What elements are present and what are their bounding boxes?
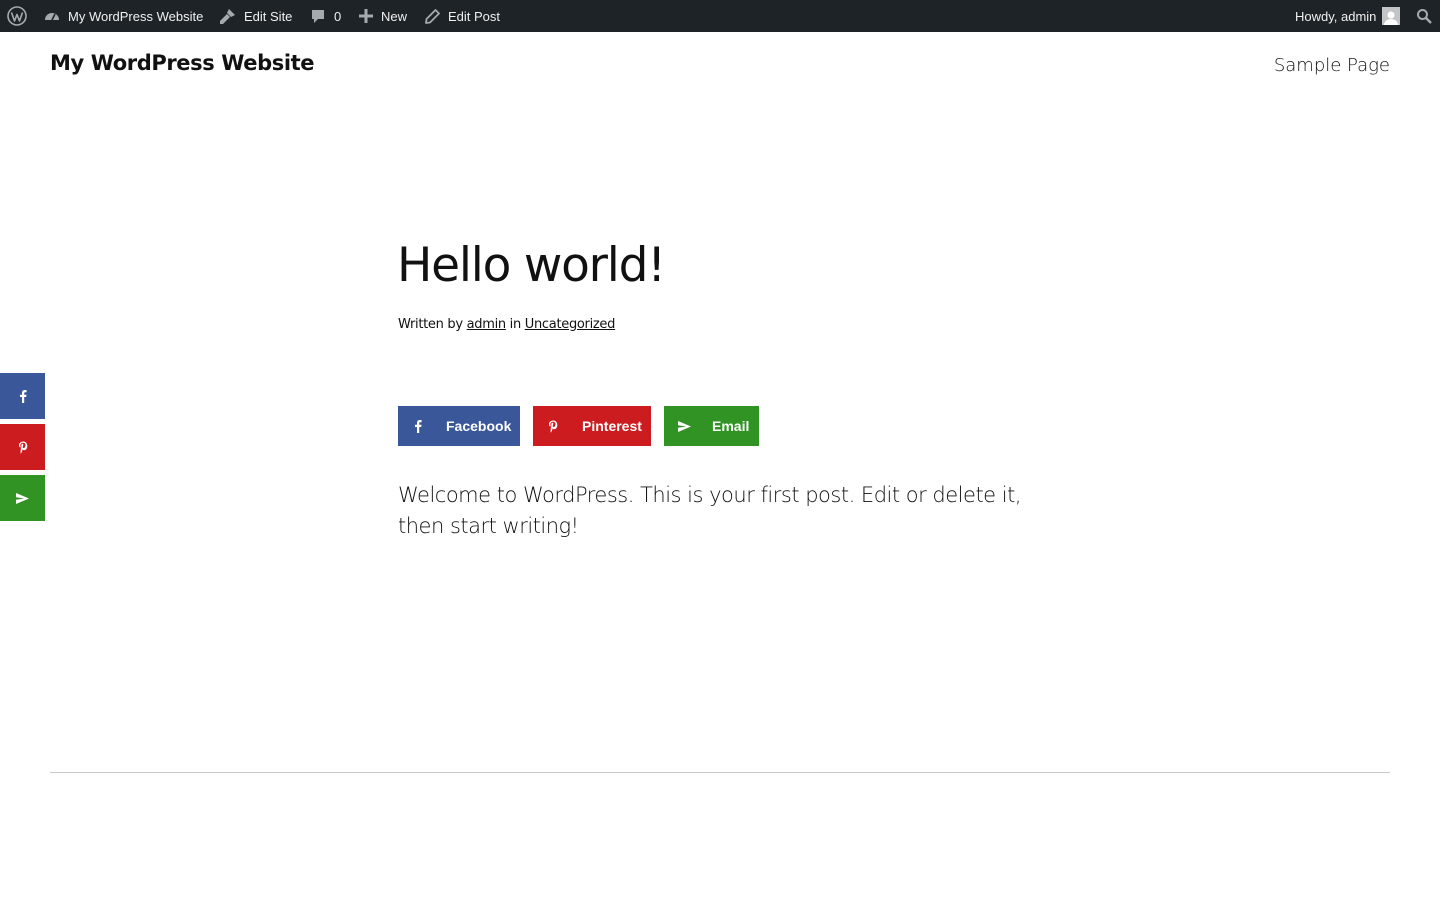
admin-bar-site-name-label: My WordPress Website bbox=[68, 8, 204, 24]
email-icon bbox=[677, 420, 691, 432]
email-icon bbox=[16, 492, 29, 504]
footer-divider bbox=[50, 772, 1390, 773]
admin-bar-edit-site[interactable]: Edit Site bbox=[219, 0, 292, 32]
admin-bar-comments-count: 0 bbox=[334, 8, 342, 24]
post-meta: Written by admin in Uncategorized bbox=[398, 317, 615, 332]
comment-bubble-icon bbox=[312, 10, 324, 23]
admin-bar-my-account[interactable]: Howdy, admin bbox=[1295, 0, 1401, 32]
share-button-pinterest[interactable]: Pinterest bbox=[533, 406, 651, 446]
pinterest-icon bbox=[18, 441, 27, 453]
share-button-facebook-label: Facebook bbox=[446, 418, 512, 434]
post-title: Hello world! bbox=[397, 238, 666, 293]
site-title[interactable]: My WordPress Website bbox=[50, 51, 315, 75]
floating-share-email[interactable] bbox=[0, 475, 45, 521]
nav-item-sample-page[interactable]: Sample Page bbox=[1274, 55, 1390, 76]
search-icon bbox=[1417, 9, 1432, 24]
share-button-facebook[interactable]: Facebook bbox=[398, 406, 520, 446]
user-avatar-icon bbox=[1384, 11, 1399, 25]
pencil-icon bbox=[425, 8, 440, 24]
dashboard-icon bbox=[45, 13, 59, 21]
admin-bar-new-label: New bbox=[381, 8, 408, 24]
facebook-icon bbox=[19, 390, 27, 403]
post-category-link[interactable]: Uncategorized bbox=[525, 317, 616, 332]
admin-bar: My WordPress Website Edit Site 0 New Edi… bbox=[0, 0, 1440, 32]
admin-bar-edit-post-label: Edit Post bbox=[448, 8, 501, 24]
admin-bar-comments[interactable]: 0 bbox=[310, 0, 341, 32]
admin-bar-site-name[interactable]: My WordPress Website bbox=[44, 0, 203, 32]
admin-bar-search[interactable] bbox=[1416, 0, 1432, 32]
pinterest-icon bbox=[549, 420, 558, 432]
howdy-label: Howdy, admin bbox=[1295, 8, 1377, 24]
share-button-email-label: Email bbox=[712, 418, 750, 434]
plus-icon bbox=[359, 9, 373, 23]
wordpress-logo-button[interactable] bbox=[7, 0, 27, 32]
post-meta-written-by: Written by bbox=[398, 317, 463, 332]
admin-bar-new[interactable]: New bbox=[359, 0, 407, 32]
share-button-pinterest-label: Pinterest bbox=[582, 418, 642, 434]
admin-bar-edit-site-label: Edit Site bbox=[244, 8, 293, 24]
wordpress-logo-icon bbox=[7, 6, 27, 26]
post-author-link[interactable]: admin bbox=[467, 317, 507, 332]
floating-share-facebook[interactable] bbox=[0, 373, 45, 419]
paint-brush-icon bbox=[220, 8, 235, 24]
facebook-icon bbox=[415, 420, 422, 433]
avatar bbox=[1382, 7, 1401, 25]
admin-bar-edit-post[interactable]: Edit Post bbox=[425, 0, 500, 32]
post-content: Welcome to WordPress. This is your first… bbox=[398, 483, 1022, 538]
share-button-email[interactable]: Email bbox=[664, 406, 759, 446]
post-meta-in: in bbox=[509, 317, 522, 332]
floating-share-pinterest[interactable] bbox=[0, 424, 45, 470]
